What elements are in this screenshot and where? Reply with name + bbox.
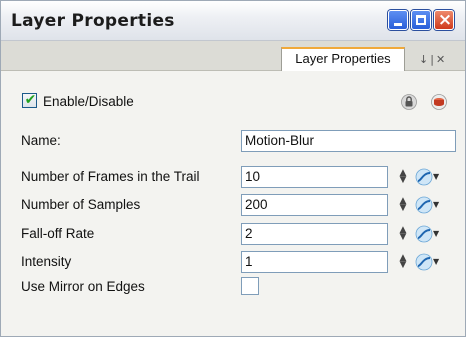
properties-panel: ✔ Enable/Disable Name: Motion-Blur Numbe…	[1, 71, 465, 336]
close-button[interactable]: ×	[434, 10, 454, 30]
falloff-label: Fall-off Rate	[21, 226, 95, 241]
name-label: Name:	[21, 133, 61, 148]
lock-icon[interactable]	[401, 94, 417, 110]
falloff-stepper-icon[interactable]: ▲ ▼	[398, 226, 408, 242]
window-title: Layer Properties	[11, 11, 175, 31]
enable-checkbox[interactable]: ✔	[22, 92, 37, 108]
checkmark-icon: ✔	[24, 92, 37, 108]
maximize-button[interactable]	[411, 10, 431, 30]
name-field[interactable]: Motion-Blur	[241, 130, 456, 152]
tab-bar: Layer Properties ↓ | ✕	[1, 41, 465, 71]
tab-close-icon[interactable]: ✕	[436, 53, 445, 66]
function-curve-icon	[415, 253, 433, 271]
samples-stepper-icon[interactable]: ▲ ▼	[398, 197, 408, 213]
maximize-icon	[416, 15, 426, 25]
title-bar[interactable]: Layer Properties ×	[1, 1, 465, 41]
intensity-function-button[interactable]: ▼	[415, 253, 441, 271]
frames-field[interactable]: 10	[241, 166, 388, 188]
frames-function-button[interactable]: ▼	[415, 168, 441, 186]
minimize-icon	[394, 23, 402, 26]
mirror-label: Use Mirror on Edges	[21, 279, 145, 294]
minimize-button[interactable]	[388, 10, 408, 30]
falloff-function-button[interactable]: ▼	[415, 225, 441, 243]
samples-label: Number of Samples	[21, 197, 141, 212]
samples-function-button[interactable]: ▼	[415, 196, 441, 214]
enable-label: Enable/Disable	[43, 94, 134, 109]
chevron-down-icon: ▼	[433, 257, 440, 266]
intensity-field[interactable]: 1	[241, 251, 388, 273]
function-curve-icon	[415, 196, 433, 214]
samples-field[interactable]: 200	[241, 194, 388, 216]
intensity-label: Intensity	[21, 254, 72, 269]
frames-label: Number of Frames in the Trail	[21, 169, 200, 184]
tab-layer-properties[interactable]: Layer Properties	[281, 47, 405, 71]
chevron-down-icon: ▼	[433, 172, 440, 181]
tab-menu-arrow-icon[interactable]: ↓	[419, 53, 428, 66]
intensity-stepper-icon[interactable]: ▲ ▼	[398, 254, 408, 270]
close-icon: ×	[437, 10, 453, 30]
falloff-field[interactable]: 2	[241, 223, 388, 245]
tab-separator: |	[430, 53, 434, 66]
mirror-checkbox[interactable]	[241, 277, 259, 295]
chevron-down-icon: ▼	[433, 229, 440, 238]
frames-stepper-icon[interactable]: ▲ ▼	[398, 169, 408, 185]
layer-color-icon[interactable]	[431, 94, 447, 110]
function-curve-icon	[415, 225, 433, 243]
tab-controls: ↓ | ✕	[419, 53, 447, 66]
layer-properties-window: Layer Properties × Layer Properties ↓ | ✕ …	[0, 0, 466, 337]
chevron-down-icon: ▼	[433, 200, 440, 209]
function-curve-icon	[415, 168, 433, 186]
